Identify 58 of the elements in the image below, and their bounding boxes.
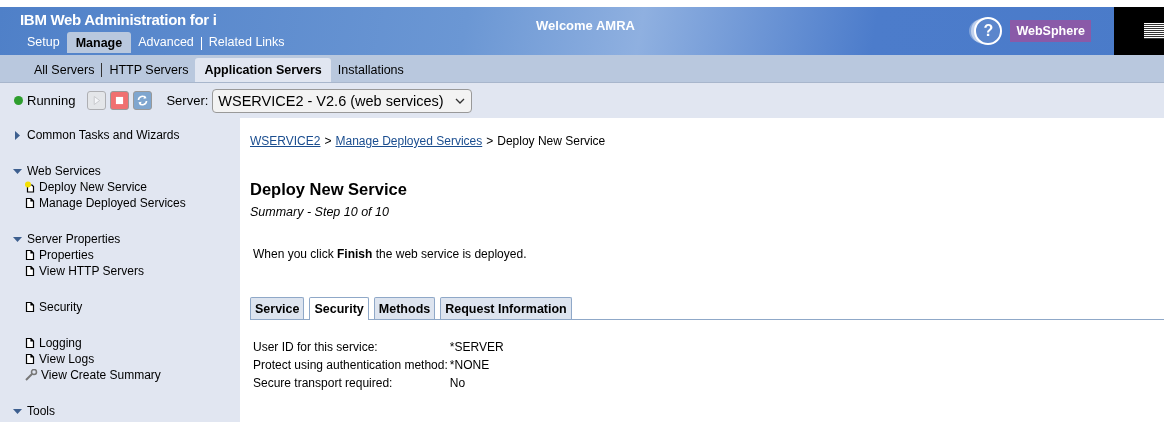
triangle-down-icon: [13, 234, 22, 244]
detail-tab[interactable]: Methods: [373, 297, 436, 319]
breadcrumb-link[interactable]: Manage Deployed Services: [335, 134, 483, 148]
page-icon: [24, 265, 36, 277]
tree-item[interactable]: Logging: [39, 335, 82, 351]
field-value: *SERVER: [449, 340, 504, 354]
step-subtitle: Summary - Step 10 of 10: [250, 205, 390, 219]
field-label: Protect using authentication method:: [253, 358, 448, 372]
nav-tab[interactable]: Setup: [20, 32, 67, 53]
page-title: Deploy New Service: [250, 180, 408, 199]
nav-tab[interactable]: Advanced: [131, 32, 201, 53]
page-icon: [24, 197, 36, 209]
stop-button[interactable]: [110, 91, 130, 110]
welcome-text: Welcome AMRA: [536, 18, 635, 33]
tree-item[interactable]: View HTTP Servers: [39, 263, 144, 279]
tree-item[interactable]: View Create Summary: [41, 367, 161, 383]
tree-item[interactable]: Manage Deployed Services: [39, 195, 186, 211]
logo-icon: [1144, 22, 1164, 40]
tree-item[interactable]: View Logs: [39, 351, 95, 367]
detail-tab[interactable]: Security: [309, 297, 369, 320]
server-select[interactable]: WSERVICE2 - V2.6 (web services): [212, 88, 473, 113]
breadcrumb-text: >: [324, 134, 332, 148]
breadcrumb-link[interactable]: WSERVICE2: [250, 134, 321, 148]
server-label: Server:: [166, 93, 209, 108]
tree-section[interactable]: Tools: [13, 403, 240, 419]
field-value: No: [449, 376, 467, 390]
field-label: Secure transport required:: [253, 376, 394, 390]
page-icon: [24, 337, 36, 349]
triangle-down-icon: [13, 406, 22, 416]
detail-tab[interactable]: Request Information: [440, 297, 572, 319]
nav-tab[interactable]: All Servers: [27, 58, 102, 82]
breadcrumb-text: Deploy New Service: [497, 134, 606, 148]
triangle-right-icon: [13, 130, 22, 140]
tree-section[interactable]: Common Tasks and Wizards: [13, 127, 240, 143]
triangle-down-icon: [13, 166, 22, 176]
field-value: *NONE: [449, 358, 491, 372]
intro-text: When you click Finish the web service is deployed.: [253, 247, 528, 261]
brand-badge: WebSphere: [1010, 20, 1091, 42]
tree-item[interactable]: Security: [39, 299, 83, 315]
new-page-icon: [24, 181, 36, 193]
nav-tab[interactable]: Installations: [330, 58, 411, 82]
tree-item[interactable]: Properties: [39, 247, 94, 263]
nav-tab[interactable]: Application Servers: [195, 58, 331, 82]
tree-item[interactable]: Deploy New Service: [39, 179, 148, 195]
help-button[interactable]: ?: [974, 17, 1003, 45]
refresh-button[interactable]: [133, 91, 153, 110]
page-icon: [24, 301, 36, 313]
nav-tab[interactable]: Manage: [66, 32, 132, 53]
chevron-down-icon: [455, 97, 466, 104]
tree-section[interactable]: Server Properties: [13, 231, 240, 247]
tree-section[interactable]: Web Services: [13, 163, 240, 179]
page-icon: [24, 249, 36, 261]
field-label: User ID for this service:: [253, 340, 379, 354]
breadcrumb-text: >: [486, 134, 494, 148]
detail-tab[interactable]: Service: [250, 297, 305, 319]
status-text: Running: [27, 93, 76, 108]
page-icon: [24, 353, 36, 365]
app-title: IBM Web Administration for i: [20, 11, 217, 28]
